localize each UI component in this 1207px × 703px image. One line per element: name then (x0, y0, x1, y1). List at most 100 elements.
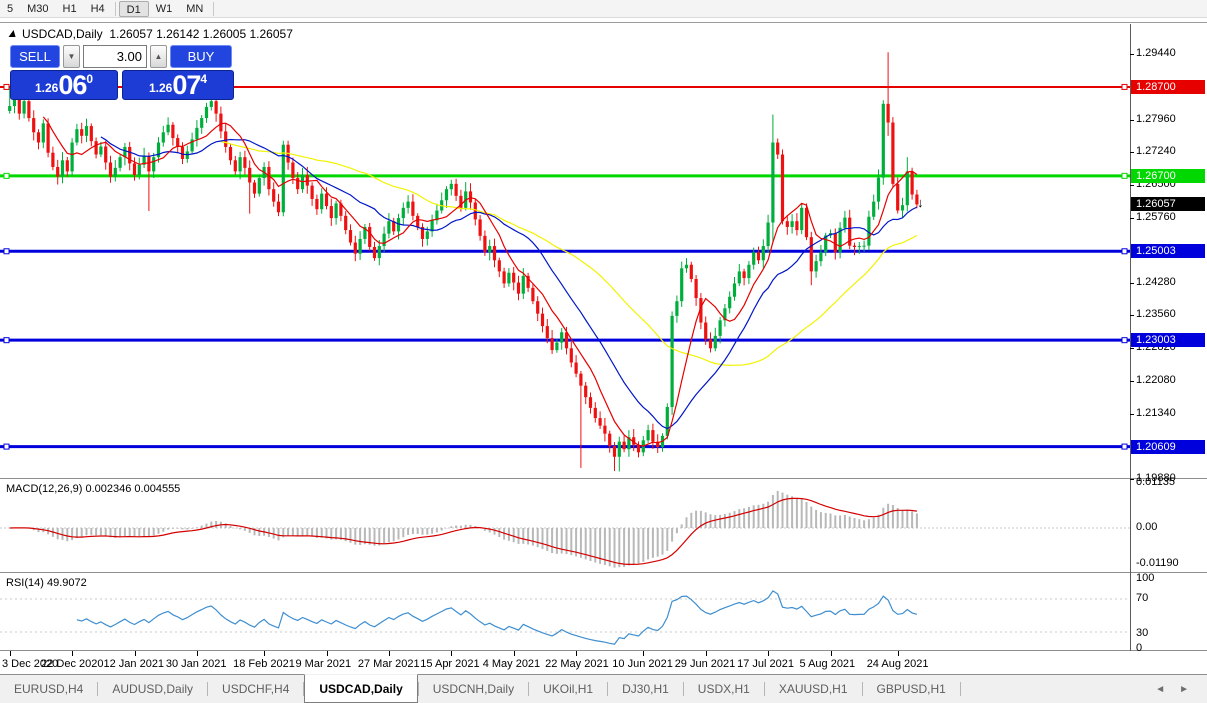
price-axis-tick: 1.23560 (1136, 308, 1176, 320)
axis-tick-mark (1130, 185, 1134, 186)
time-axis[interactable]: 3 Dec 202022 Dec 202012 Jan 202130 Jan 2… (0, 651, 1207, 675)
rsi-pane[interactable] (0, 573, 1130, 651)
axis-tick-mark (1130, 479, 1134, 480)
indicator-axis-tick: 70 (1136, 592, 1148, 604)
price-line-badge: 1.25003 (1131, 244, 1205, 258)
time-tick-mark (576, 651, 577, 656)
buy-price-prefix: 1.26 (149, 81, 172, 95)
mouse-cursor-icon: ↓ (917, 195, 924, 210)
timeframe-button-h1[interactable]: H1 (56, 1, 84, 17)
chart-window: ▲ USDCAD,Daily 1.26057 1.26142 1.26005 1… (0, 22, 1207, 674)
time-tick-mark (327, 651, 328, 656)
time-axis-label: 22 May 2021 (545, 658, 609, 670)
main-macd-separator[interactable] (0, 478, 1207, 479)
timeframe-button-mn[interactable]: MN (179, 1, 210, 17)
time-tick-mark (197, 651, 198, 656)
chart-symbol-label: USDCAD,Daily (22, 27, 103, 41)
time-axis-label: 22 Dec 2020 (41, 658, 103, 670)
indicator-axis-tick: 0.00 (1136, 521, 1157, 533)
chart-ohlc-values: 1.26057 1.26142 1.26005 1.26057 (109, 27, 293, 41)
chart-tab-gbpusd[interactable]: GBPUSD,H1 (863, 675, 960, 703)
rsi-indicator-label: RSI(14) 49.9072 (6, 577, 87, 589)
chart-tab-usdchf[interactable]: USDCHF,H4 (208, 675, 303, 703)
chart-tab-eurusd[interactable]: EURUSD,H4 (0, 675, 97, 703)
indicator-axis-tick: 0.01135 (1136, 476, 1175, 488)
time-tick-mark (768, 651, 769, 656)
axis-tick-mark (1130, 414, 1134, 415)
rsi-name: RSI(14) (6, 577, 44, 589)
time-axis-label: 27 Mar 2021 (358, 658, 420, 670)
time-axis-label: 12 Jan 2021 (104, 658, 165, 670)
time-tick-mark (451, 651, 452, 656)
timeframe-button-h4[interactable]: H4 (84, 1, 112, 17)
sell-price-pipette: 0 (86, 72, 93, 86)
axis-tick-mark (1130, 315, 1134, 316)
timeframe-button-d1[interactable]: D1 (119, 1, 149, 17)
toolbar-separator (213, 2, 214, 16)
macd-rsi-separator[interactable] (0, 572, 1207, 573)
axis-tick-mark (1130, 120, 1134, 121)
sell-price-prefix: 1.26 (35, 81, 58, 95)
chart-tab-usdcad[interactable]: USDCAD,Daily (304, 674, 417, 703)
time-axis-label: 9 Mar 2021 (296, 658, 352, 670)
price-axis-tick: 1.27240 (1136, 145, 1176, 157)
chart-tab-xauusd[interactable]: XAUUSD,H1 (765, 675, 862, 703)
time-axis-label: 30 Jan 2021 (166, 658, 227, 670)
sell-price-big-digits: 06 (58, 72, 86, 98)
time-tick-mark (706, 651, 707, 656)
tab-scroll-right-icon[interactable]: ► (1179, 684, 1189, 695)
price-axis-tick: 1.29440 (1136, 47, 1176, 59)
buy-button[interactable]: BUY (170, 45, 232, 68)
time-tick-mark (898, 651, 899, 656)
price-axis-tick: 1.25760 (1136, 211, 1176, 223)
time-axis-label: 10 Jun 2021 (612, 658, 673, 670)
timeframe-button-w1[interactable]: W1 (149, 1, 180, 17)
chart-tab-audusd[interactable]: AUDUSD,Daily (98, 675, 207, 703)
chart-tab-dj30[interactable]: DJ30,H1 (608, 675, 683, 703)
time-tick-mark (264, 651, 265, 656)
volume-decrease-button[interactable]: ▼ (63, 45, 80, 68)
axis-tick-mark (1130, 54, 1134, 55)
indicator-axis-tick: 30 (1136, 627, 1148, 639)
time-tick-mark (72, 651, 73, 656)
time-axis-label: 17 Jul 2021 (737, 658, 794, 670)
price-line-badge: 1.20609 (1131, 440, 1205, 454)
price-axis-tick: 1.24280 (1136, 276, 1176, 288)
axis-tick-mark (1130, 381, 1134, 382)
buy-price-display[interactable]: 1.26 07 4 (122, 70, 234, 100)
price-line-badge: 1.26700 (1131, 169, 1205, 183)
chart-tab-ukoil[interactable]: UKOil,H1 (529, 675, 607, 703)
price-line-badge: 1.26057 (1131, 197, 1205, 211)
tab-scroll-left-icon[interactable]: ◄ (1155, 684, 1165, 695)
time-tick-mark (389, 651, 390, 656)
volume-increase-button[interactable]: ▲ (150, 45, 167, 68)
axis-tick-mark (1130, 152, 1134, 153)
time-tick-mark (831, 651, 832, 656)
volume-input[interactable] (83, 45, 147, 68)
chart-tab-usdx[interactable]: USDX,H1 (684, 675, 764, 703)
timeframe-button-5[interactable]: 5 (0, 1, 20, 17)
tab-scroll-arrows: ◄► (1155, 675, 1207, 703)
buy-price-pipette: 4 (200, 72, 207, 86)
price-line-badge: 1.28700 (1131, 80, 1205, 94)
toolbar-separator (115, 2, 116, 16)
chart-tab-usdcnh[interactable]: USDCNH,Daily (419, 675, 528, 703)
timeframe-toolbar: 5M30H1H4 D1W1MN (0, 0, 1207, 18)
axis-tick-mark (1130, 283, 1134, 284)
timeframe-button-m30[interactable]: M30 (20, 1, 55, 17)
time-tick-mark (10, 651, 11, 656)
sell-button[interactable]: SELL (10, 45, 60, 68)
time-axis-label: 5 Aug 2021 (800, 658, 856, 670)
price-axis-tick: 1.27960 (1136, 113, 1176, 125)
axis-tick-mark (1130, 218, 1134, 219)
axis-tick-mark (1130, 348, 1134, 349)
sell-price-display[interactable]: 1.26 06 0 (10, 70, 118, 100)
time-tick-mark (135, 651, 136, 656)
chart-tab-bar: EURUSD,H4AUDUSD,DailyUSDCHF,H4USDCAD,Dai… (0, 674, 1207, 703)
price-axis-tick: 1.22080 (1136, 374, 1176, 386)
tab-separator (960, 682, 961, 696)
macd-name: MACD(12,26,9) (6, 483, 82, 495)
time-axis-label: 29 Jun 2021 (675, 658, 736, 670)
macd-values: 0.002346 0.004555 (85, 483, 180, 495)
one-click-trade-panel: SELL ▼ ▲ BUY 1.26 06 0 1.26 07 4 (10, 45, 236, 100)
